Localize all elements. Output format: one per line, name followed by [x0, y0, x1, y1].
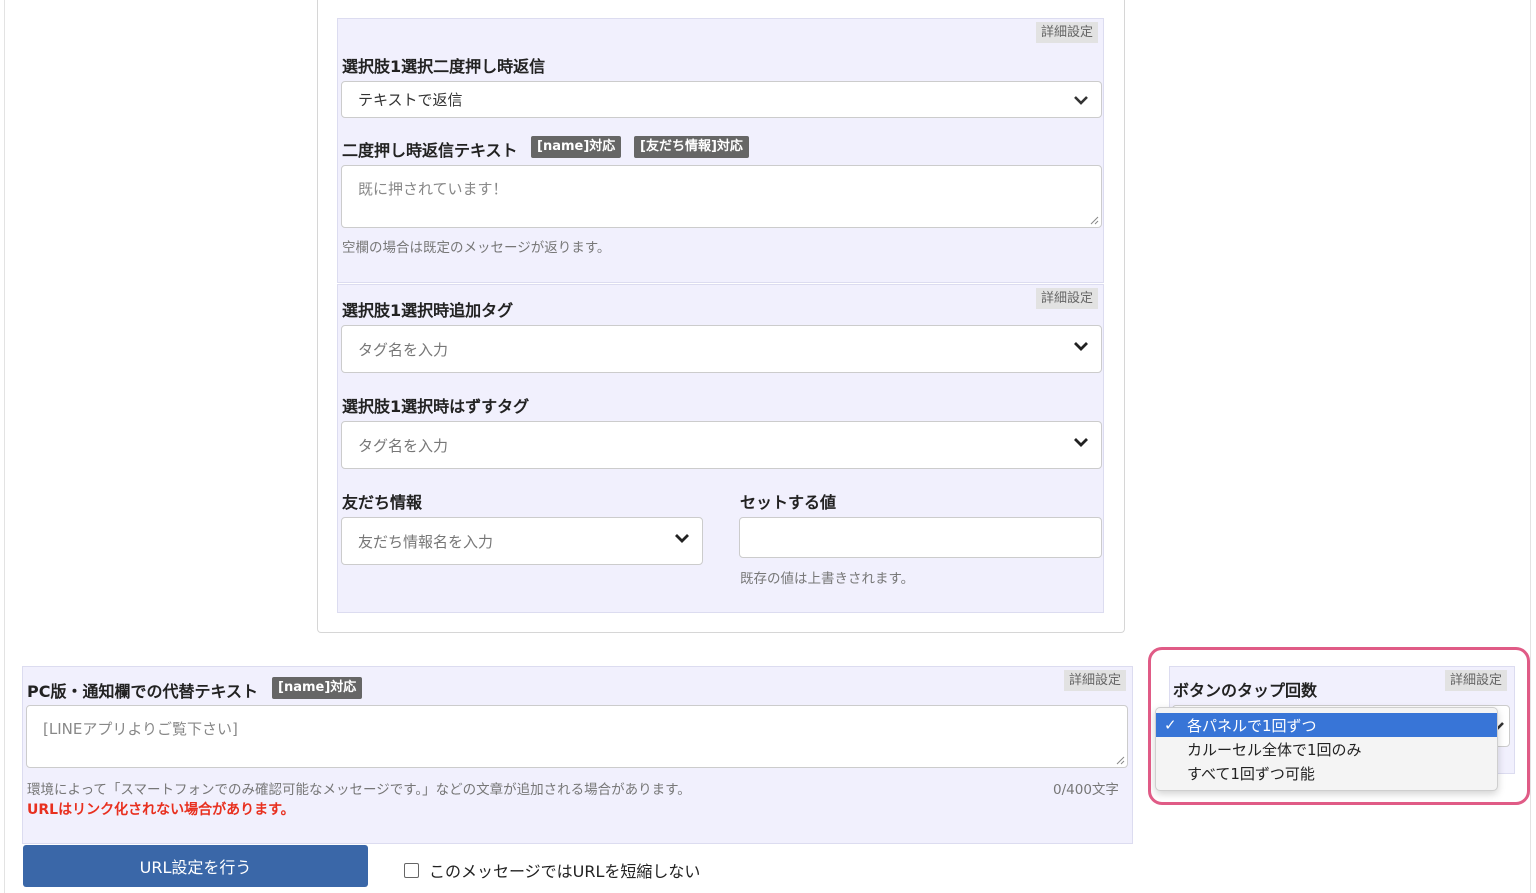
friend-info-select[interactable]: 友だち情報名を入力 [341, 517, 703, 565]
alt-text-counter: 0/400文字 [1053, 782, 1119, 798]
set-value-input[interactable] [739, 517, 1102, 558]
alt-text-label: PC版・通知欄での代替テキスト [27, 682, 258, 701]
resize-handle-icon[interactable] [1089, 215, 1099, 225]
chevron-down-icon [675, 534, 689, 543]
alt-text-placeholder: [LINEアプリよりご覧下さい] [43, 720, 238, 738]
set-value-help: 既存の値は上書きされます。 [740, 571, 915, 587]
name-support-tag: [name]対応 [272, 677, 363, 699]
highlight-annotation [1148, 647, 1530, 805]
reply-select[interactable]: テキストで返信 [341, 81, 1102, 118]
url-settings-button[interactable]: URL設定を行う [23, 845, 368, 887]
no-shorten-label: このメッセージではURLを短縮しない [429, 862, 701, 881]
add-tag-placeholder: タグ名を入力 [358, 340, 449, 359]
add-tag-label: 選択肢1選択時追加タグ [342, 301, 514, 320]
alt-text-help: 環境によって「スマートフォンでのみ確認可能なメッセージです。」などの文章が追加さ… [27, 782, 691, 798]
friend-info-placeholder: 友だち情報名を入力 [358, 532, 494, 551]
double-press-textarea[interactable]: 既に押されています！ [341, 165, 1102, 228]
url-settings-button-label: URL設定を行う [139, 858, 252, 877]
double-press-help: 空欄の場合は既定のメッセージが返ります。 [342, 240, 611, 256]
friend-info-label: 友だち情報 [342, 493, 423, 512]
reply-select-value: テキストで返信 [358, 91, 463, 109]
double-press-label: 二度押し時返信テキスト [342, 141, 518, 160]
remove-tag-placeholder: タグ名を入力 [358, 436, 449, 455]
friend-info-support-tag: [友だち情報]対応 [634, 136, 749, 158]
detail-settings-badge: 詳細設定 [1036, 22, 1099, 43]
no-shorten-checkbox-row[interactable]: このメッセージではURLを短縮しない [404, 858, 700, 882]
detail-settings-badge: 詳細設定 [1064, 670, 1127, 691]
set-value-label: セットする値 [740, 493, 837, 512]
resize-handle-icon[interactable] [1115, 755, 1125, 765]
double-press-placeholder: 既に押されています！ [358, 180, 508, 198]
remove-tag-select[interactable]: タグ名を入力 [341, 421, 1102, 469]
reply-label: 選択肢1選択二度押し時返信 [342, 57, 546, 76]
chevron-down-icon [1074, 438, 1088, 447]
name-support-tag: [name]対応 [531, 136, 622, 158]
detail-settings-badge: 詳細設定 [1036, 288, 1099, 309]
no-shorten-checkbox[interactable] [404, 862, 419, 878]
alt-text-textarea[interactable]: [LINEアプリよりご覧下さい] [26, 705, 1128, 768]
chevron-down-icon [1074, 95, 1088, 105]
add-tag-select[interactable]: タグ名を入力 [341, 325, 1102, 373]
chevron-down-icon [1074, 342, 1088, 351]
remove-tag-label: 選択肢1選択時はずすタグ [342, 397, 530, 416]
url-warning: URLはリンク化されない場合があります。 [27, 802, 295, 818]
